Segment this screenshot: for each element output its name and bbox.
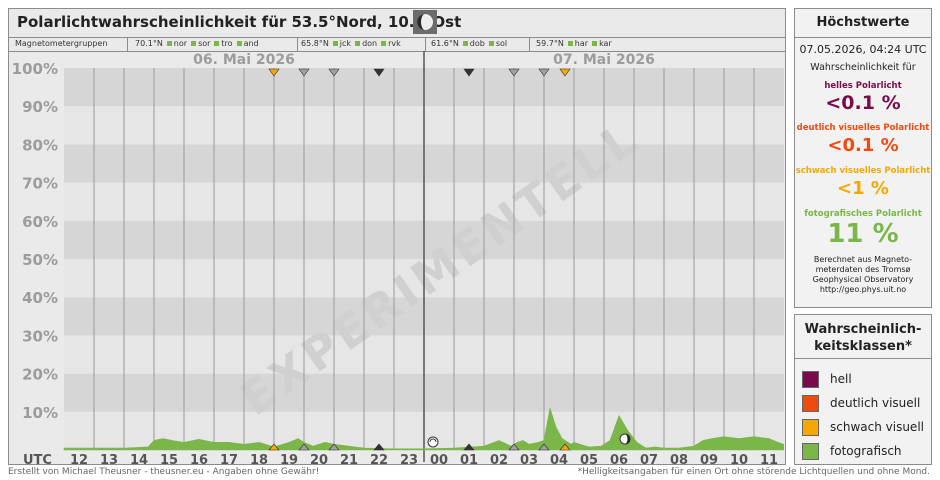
max-values-panel: Höchstwerte 07.05.2026, 04:24 UTC Wahrsc… xyxy=(794,8,932,308)
magnetometer-groups: Magnetometergruppen 70.1°N nor sor tro and 6… xyxy=(9,37,785,52)
x-tick-label: 05 xyxy=(580,453,598,465)
x-tick-label: 01 xyxy=(460,453,478,465)
probability-chart: EXPERIMENTELL 10%20%30%40%50%60%70%80%90… xyxy=(12,51,784,465)
x-tick-label: 20 xyxy=(310,453,328,465)
sunrise-icon xyxy=(427,436,439,448)
group-1: 70.1°N nor sor tro and xyxy=(135,39,259,48)
x-tick-label: 00 xyxy=(430,453,448,465)
forecast-panel: Polarlichtwahrscheinlichkeit für 53.5°No… xyxy=(8,8,786,465)
date-label-day-1: 06. Mai 2026 xyxy=(193,52,295,68)
moon-icon xyxy=(619,433,631,445)
x-tick-label: 22 xyxy=(370,453,388,465)
legend-swatch xyxy=(802,395,819,412)
x-tick-label: 19 xyxy=(280,453,298,465)
class-label-schwach: schwach visuelles Polarlicht xyxy=(795,166,931,176)
y-tick-label: 90% xyxy=(22,98,58,116)
y-tick-label: 70% xyxy=(22,175,58,193)
x-tick-label: 09 xyxy=(700,453,718,465)
group-3: 61.6°N dob sol xyxy=(431,39,508,48)
y-tick-label: 40% xyxy=(22,289,58,307)
title-bar: Polarlichtwahrscheinlichkeit für 53.5°No… xyxy=(9,9,785,35)
legend-title: Wahrscheinlich- keitsklassen* xyxy=(795,315,931,359)
x-tick-label: 23 xyxy=(400,453,418,465)
moon-phase-icon xyxy=(413,10,437,34)
y-tick-label: 80% xyxy=(22,136,58,154)
class-value-foto: 11 % xyxy=(827,219,899,249)
class-label-deutlich: deutlich visuelles Polarlicht xyxy=(796,123,930,133)
x-tick-label: 03 xyxy=(520,453,538,465)
group-4: 59.7°N har kar xyxy=(536,39,612,48)
x-axis-label: UTC xyxy=(23,453,52,465)
class-value-hell: <0.1 % xyxy=(825,92,901,114)
max-timestamp: 07.05.2026, 04:24 UTC xyxy=(799,43,927,56)
x-tick-label: 15 xyxy=(160,453,178,465)
page-title: Polarlichtwahrscheinlichkeit für 53.5°No… xyxy=(17,13,462,31)
y-tick-label: 30% xyxy=(22,327,58,345)
groups-label: Magnetometergruppen xyxy=(15,39,108,48)
x-tick-label: 10 xyxy=(730,453,748,465)
y-tick-label: 60% xyxy=(22,213,58,231)
x-tick-label: 08 xyxy=(670,453,688,465)
y-tick-label: 20% xyxy=(22,366,58,384)
y-tick-label: 50% xyxy=(22,251,58,269)
group-2: 65.8°N jck don rvk xyxy=(301,39,401,48)
x-tick-label: 02 xyxy=(490,453,508,465)
footer-note: *Helligkeitsangaben für einen Ort ohne s… xyxy=(577,467,930,477)
legend-swatch xyxy=(802,419,819,436)
y-tick-label: 10% xyxy=(22,404,58,422)
class-value-schwach: <1 % xyxy=(837,178,889,199)
x-tick-label: 13 xyxy=(100,453,118,465)
class-value-deutlich: <0.1 % xyxy=(827,135,899,156)
legend-panel: Wahrscheinlich- keitsklassen* hell deutl… xyxy=(794,314,932,465)
legend-swatch xyxy=(802,443,819,460)
class-label-foto: fotografisches Polarlicht xyxy=(804,209,922,219)
x-tick-label: 12 xyxy=(70,453,88,465)
x-tick-label: 11 xyxy=(760,453,778,465)
max-intro: Wahrscheinlichkeit für xyxy=(810,62,916,73)
date-label-day-2: 07. Mai 2026 xyxy=(553,52,655,68)
class-label-hell: helles Polarlicht xyxy=(824,81,902,91)
x-tick-label: 18 xyxy=(250,453,268,465)
x-tick-label: 21 xyxy=(340,453,358,465)
x-tick-label: 06 xyxy=(610,453,628,465)
source-note: Berechnet aus Magneto- meterdaten des Tr… xyxy=(812,255,914,294)
x-tick-label: 17 xyxy=(220,453,238,465)
y-tick-label: 100% xyxy=(12,60,58,78)
footer-credit: Erstellt von Michael Theusner - theusner… xyxy=(8,467,320,477)
max-values-title: Höchstwerte xyxy=(795,9,931,38)
x-tick-label: 16 xyxy=(190,453,208,465)
legend-swatch xyxy=(802,371,819,388)
x-tick-label: 14 xyxy=(130,453,148,465)
x-tick-label: 04 xyxy=(550,453,568,465)
x-tick-label: 07 xyxy=(640,453,658,465)
